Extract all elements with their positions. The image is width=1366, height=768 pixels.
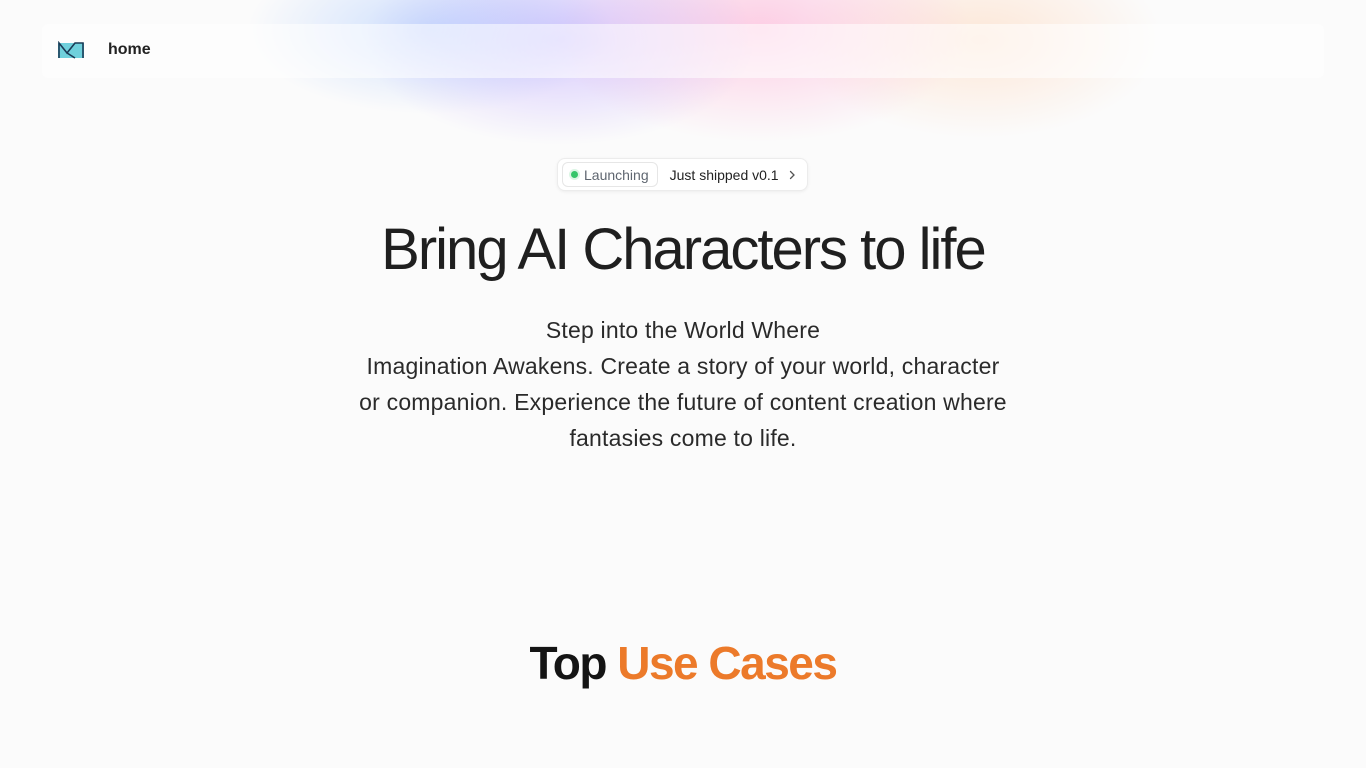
chevron-right-icon [789,170,795,179]
hero-subtitle: Step into the World Where Imagination Aw… [330,312,1036,456]
status-pill: Launching [562,162,658,187]
badge-text: Just shipped v0.1 [669,166,779,183]
hero-title: Bring AI Characters to life [381,217,987,282]
hero-subtitle-line-1: Step into the World Where [545,317,821,343]
hero-subtitle-line-2: Imagination Awakens. Create a story of y… [366,353,1000,379]
logo-icon[interactable] [58,40,84,60]
status-dot-icon [571,171,578,178]
use-cases-title: Top Use Cases [0,636,1366,690]
launch-badge[interactable]: Launching Just shipped v0.1 [557,158,808,191]
nav-home-link[interactable]: home [108,41,151,59]
hero-subtitle-line-4: fantasies come to life. [569,425,797,451]
status-label: Launching [584,166,649,183]
top-navbar: home [42,24,1324,78]
use-cases-title-part1: Top [529,637,608,689]
hero-subtitle-line-3: or companion. Experience the future of c… [359,389,1007,415]
use-cases-title-accent: Use Cases [617,637,838,689]
